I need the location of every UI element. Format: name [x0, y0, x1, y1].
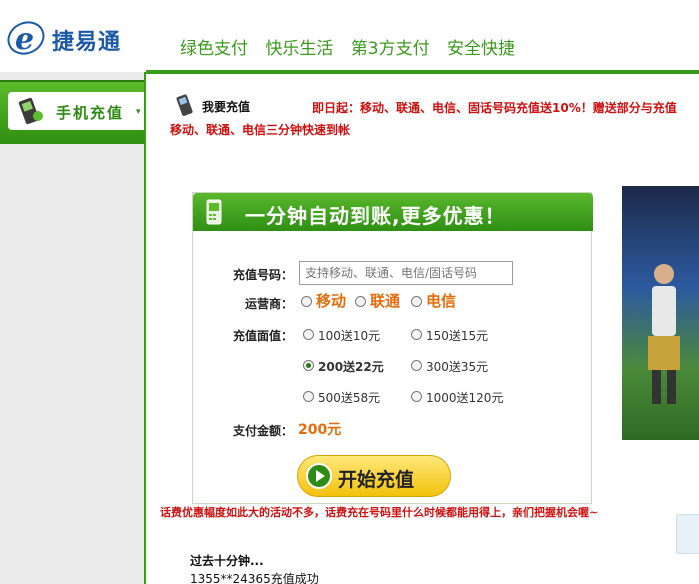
- panel-header: 一分钟自动到账,更多优惠！: [193, 193, 593, 231]
- slogan-3: 第3方支付: [350, 39, 430, 59]
- pay-label: 支付金额：: [232, 424, 293, 438]
- logo[interactable]: e 捷易通: [6, 18, 146, 58]
- amount-radio-150[interactable]: [411, 329, 422, 340]
- amount-option-300[interactable]: 300送35元: [426, 358, 488, 375]
- floating-service-icon[interactable]: [676, 514, 699, 554]
- carrier-telecom-radio[interactable]: [411, 296, 422, 307]
- promo-text: 话费优惠幅度如此大的活动不多，话费充在号码里什么时候都能用得上，亲们把握机会喔~: [160, 506, 599, 519]
- amount-option-100[interactable]: 100送10元: [318, 327, 380, 344]
- amount-option-1000[interactable]: 1000送120元: [426, 389, 503, 406]
- play-icon: [306, 463, 332, 489]
- notice-line-2: 移动、联通、电信三分钟快速到帐: [170, 123, 351, 137]
- logo-text: 捷易通: [52, 30, 122, 55]
- main-content: 我要充值 即日起：移动、联通、电信、固话号码充值送10%！赠送部分与充值 移动、…: [144, 72, 699, 584]
- panel-title: 一分钟自动到账,更多优惠！: [245, 204, 506, 228]
- header-slogans: 绿色支付 快乐生活 第3方支付 安全快捷: [180, 34, 527, 59]
- amount-option-150[interactable]: 150送15元: [426, 327, 488, 344]
- sidebar-tab-inner: 手机充值 ▾: [8, 92, 148, 130]
- header: e 捷易通 绿色支付 快乐生活 第3方支付 安全快捷: [0, 0, 699, 72]
- sidebar: 手机充值 ▾: [0, 72, 148, 584]
- slogan-4: 安全快捷: [447, 39, 516, 59]
- carrier-mobile-label[interactable]: 移动: [316, 290, 346, 311]
- sidebar-item-mobile-recharge[interactable]: 手机充值 ▾: [0, 80, 148, 144]
- carrier-unicom-radio[interactable]: [355, 296, 366, 307]
- phone-label: 充值号码：: [232, 268, 293, 282]
- start-recharge-button[interactable]: 开始充值: [297, 455, 451, 497]
- carrier-unicom-label[interactable]: 联通: [370, 290, 400, 311]
- amount-option-500[interactable]: 500送58元: [318, 389, 380, 406]
- phone-number-input[interactable]: [299, 261, 513, 285]
- slogan-2: 快乐生活: [265, 39, 334, 59]
- sidebar-item-label: 手机充值: [56, 104, 125, 122]
- phone-icon: [176, 94, 193, 116]
- amount-radio-1000[interactable]: [411, 391, 422, 402]
- amount-option-200[interactable]: 200送22元: [318, 358, 384, 375]
- amount-radio-300[interactable]: [411, 360, 422, 371]
- carrier-label: 运营商：: [244, 297, 293, 311]
- carrier-mobile-radio[interactable]: [301, 296, 312, 307]
- recharge-form-panel: 一分钟自动到账,更多优惠！ 充值号码： 运营商： 移动 联通 电信 充值面值： …: [192, 192, 593, 504]
- amount-radio-200[interactable]: [303, 360, 314, 371]
- slogan-1: 绿色支付: [180, 39, 248, 59]
- recent-item: 1355**24365充值成功: [190, 572, 319, 584]
- ad-banner[interactable]: [622, 186, 699, 440]
- carrier-telecom-label[interactable]: 电信: [426, 290, 456, 311]
- amount-label: 充值面值：: [232, 329, 293, 343]
- amount-radio-500[interactable]: [303, 391, 314, 402]
- svg-text:e: e: [15, 22, 34, 56]
- page: e 捷易通 绿色支付 快乐生活 第3方支付 安全快捷 手机充值 ▾ 我要充值 即…: [0, 0, 699, 584]
- section-title: 我要充值: [202, 100, 251, 114]
- phone-icon: [206, 199, 222, 225]
- recent-title: 过去十分钟...: [190, 554, 264, 568]
- ad-person-image: [648, 264, 680, 404]
- mobile-phone-icon: [18, 98, 43, 124]
- chevron-down-icon: ▾: [136, 107, 141, 117]
- logo-e-icon: e: [7, 21, 45, 56]
- pay-amount: 200元: [298, 422, 342, 438]
- amount-radio-100[interactable]: [303, 329, 314, 340]
- notice-line-1: 即日起：移动、联通、电信、固话号码充值送10%！赠送部分与充值: [312, 101, 677, 115]
- start-recharge-label: 开始充值: [338, 469, 415, 491]
